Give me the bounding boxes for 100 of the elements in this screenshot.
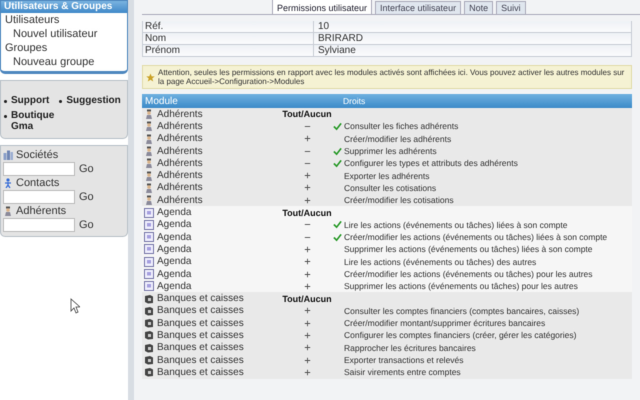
plus-icon[interactable] bbox=[302, 343, 312, 352]
box-icon bbox=[144, 367, 154, 378]
column-header: Droits bbox=[342, 96, 366, 106]
menu-link[interactable]: Groupes bbox=[1, 41, 127, 55]
module-name: Agenda bbox=[157, 207, 192, 218]
module-name: Adhérents bbox=[157, 146, 203, 157]
permission-label: Exporter transactions et relevés bbox=[344, 355, 464, 366]
module-name: Adhérents bbox=[157, 194, 203, 206]
module-name: Adhérents bbox=[157, 133, 203, 144]
menu-link[interactable]: Nouvel utilisateur bbox=[1, 27, 127, 41]
star-icon bbox=[146, 72, 155, 82]
module-name: Adhérents bbox=[157, 108, 203, 120]
plus-icon[interactable] bbox=[302, 306, 312, 316]
box-icon bbox=[144, 330, 154, 340]
module-name: Adhérents bbox=[157, 158, 203, 169]
person-icon bbox=[144, 146, 154, 156]
box-icon bbox=[144, 355, 154, 366]
mouse-pointer-icon bbox=[70, 298, 80, 314]
plus-icon[interactable] bbox=[302, 257, 312, 266]
sidebar-link[interactable]: Boutique Gma bbox=[11, 110, 62, 132]
field-label: Prénom bbox=[143, 45, 314, 56]
field-label: Nom bbox=[143, 33, 314, 44]
person-icon bbox=[144, 195, 154, 206]
tab[interactable]: Permissions utilisateur bbox=[272, 0, 372, 14]
permission-label: Lire les actions (événements ou tâches) liées à son compte bbox=[344, 220, 568, 230]
box-icon bbox=[144, 318, 154, 328]
person-icon bbox=[144, 182, 154, 193]
permission-label: Supprimer les actions (événements ou tâches) pour les autres bbox=[344, 281, 578, 292]
permission-label: Saisir virements entre comptes bbox=[344, 367, 461, 378]
person-icon bbox=[144, 121, 154, 132]
permission-label: Créer/modifier les cotisations bbox=[344, 195, 454, 206]
module-name: Agenda bbox=[157, 280, 192, 292]
plus-icon[interactable] bbox=[302, 171, 312, 180]
permission-label: Supprimer les actions (événements ou tâches) liées à son compte bbox=[344, 244, 593, 254]
module-name: Banques et caisses bbox=[157, 366, 244, 378]
permission-label: Configurer les types et attributs des adhérents bbox=[344, 158, 518, 168]
box-icon bbox=[144, 306, 154, 316]
field-value: BRIRARD bbox=[317, 33, 364, 44]
permission-label: Créer/modifier les adhérents bbox=[344, 134, 452, 144]
plus-icon[interactable] bbox=[302, 356, 312, 365]
field-value: 10 bbox=[317, 21, 330, 32]
person-icon bbox=[144, 170, 154, 181]
module-name: Adhérents bbox=[157, 120, 203, 132]
plus-icon[interactable] bbox=[302, 134, 312, 144]
select-all-link[interactable]: Tout/Aucun bbox=[282, 294, 332, 304]
plus-icon[interactable] bbox=[302, 270, 312, 278]
module-name: Adhérents bbox=[157, 170, 203, 182]
module-name: Agenda bbox=[157, 244, 192, 255]
plus-icon[interactable] bbox=[302, 244, 312, 254]
buildings-icon bbox=[3, 150, 13, 160]
select-all-link[interactable]: Tout/Aucun bbox=[282, 208, 332, 218]
permission-label: Configurer les comptes financiers (créer, gérer les catégories) bbox=[344, 330, 576, 340]
module-name: Agenda bbox=[157, 268, 192, 280]
permission-label: Lire les actions (événements ou tâches) des autres bbox=[344, 256, 536, 267]
permission-label: Créer/modifier les actions (événements ou tâches) pour les autres bbox=[344, 269, 593, 279]
bullet-icon bbox=[59, 100, 62, 103]
menu-link[interactable]: Utilisateurs bbox=[1, 13, 127, 27]
person-icon bbox=[144, 109, 154, 120]
sidebar-link[interactable]: Suggestion bbox=[66, 95, 121, 106]
module-name: Banques et caisses bbox=[157, 330, 244, 341]
menu-title: Utilisateurs & Groupes bbox=[1, 1, 127, 13]
bullet-icon bbox=[4, 115, 7, 118]
column-header: Module bbox=[144, 96, 179, 106]
select-all-link[interactable]: Tout/Aucun bbox=[282, 109, 332, 120]
module-name: Banques et caisses bbox=[157, 318, 244, 329]
tab[interactable]: Suivi bbox=[496, 1, 526, 14]
plus-icon[interactable] bbox=[302, 196, 312, 205]
permission-label: Créer/modifier les actions (événements ou tâches) liées à son compte bbox=[344, 232, 608, 242]
search-label: Sociétés bbox=[16, 149, 58, 161]
search-field[interactable] bbox=[3, 218, 75, 232]
field-value: Sylviane bbox=[317, 45, 356, 56]
box-icon bbox=[144, 342, 154, 353]
plus-icon[interactable] bbox=[302, 282, 312, 291]
go-button[interactable]: Go bbox=[79, 163, 94, 175]
search-field[interactable] bbox=[3, 162, 75, 176]
sidebar-link[interactable]: Support bbox=[11, 95, 50, 106]
module-name: Agenda bbox=[157, 219, 192, 230]
permission-label: Consulter les comptes financiers (comptes bancaires, caisses) bbox=[344, 306, 580, 316]
tab[interactable]: Note bbox=[464, 1, 494, 14]
menu-link[interactable]: Nouveau groupe bbox=[1, 55, 127, 69]
plus-icon[interactable] bbox=[302, 318, 312, 328]
go-button[interactable]: Go bbox=[79, 191, 94, 203]
warning-text: Attention, seules les permissions en rapport avec les modules activés sont affichées ici. Vous pouvez activer les autres modules sur la page Accueil->Configuration->Modules bbox=[158, 68, 626, 86]
permission-label: Exporter les adhérents bbox=[344, 170, 430, 181]
tab[interactable]: Interface utilisateur bbox=[375, 1, 462, 14]
module-name: Agenda bbox=[157, 232, 192, 243]
plus-icon[interactable] bbox=[302, 183, 312, 192]
plus-icon[interactable] bbox=[302, 368, 312, 377]
go-button[interactable]: Go bbox=[79, 219, 94, 231]
person-icon bbox=[3, 178, 13, 188]
search-field[interactable] bbox=[3, 190, 75, 204]
plus-icon[interactable] bbox=[302, 330, 312, 340]
field-label: Réf. bbox=[143, 21, 314, 32]
permission-label: Supprimer les adhérents bbox=[344, 146, 437, 156]
module-name: Agenda bbox=[157, 256, 192, 268]
person-icon bbox=[3, 206, 13, 216]
permission-label: Consulter les fiches adhérents bbox=[344, 121, 458, 132]
search-label: Adhérents bbox=[16, 205, 66, 217]
module-name: Adhérents bbox=[157, 182, 203, 194]
person-icon bbox=[144, 158, 154, 168]
